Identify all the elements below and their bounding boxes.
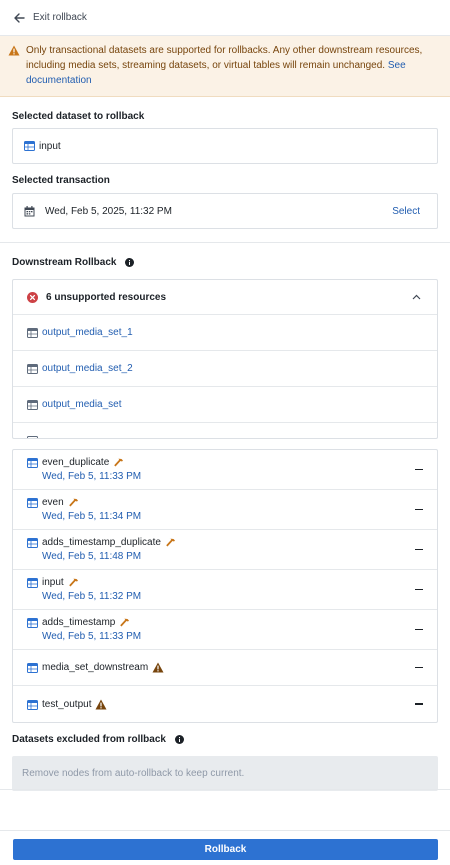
dataset-icon (24, 141, 35, 151)
selected-dataset-box[interactable]: input (12, 128, 438, 164)
dataset-row-main: even Wed, Feb 5, 11:34 PM (27, 497, 141, 522)
excluded-placeholder: Remove nodes from auto-rollback to keep … (22, 768, 245, 779)
warning-icon (152, 662, 164, 673)
dataset-icon (27, 538, 38, 548)
unsupported-resources-title: 6 unsupported resources (46, 291, 167, 303)
remove-icon[interactable] (415, 666, 423, 669)
dataset-date[interactable]: Wed, Feb 5, 11:34 PM (42, 511, 141, 522)
unsupported-item[interactable]: output_media_set_2 (13, 351, 437, 387)
chevron-up-icon[interactable] (412, 294, 421, 300)
dataset-row: test_output (13, 686, 437, 722)
dataset-name: media_set_downstream (42, 662, 149, 673)
media-set-icon (27, 327, 38, 338)
dataset-name-wrap: even_duplicate (42, 457, 141, 468)
dataset-icon (27, 498, 38, 508)
dataset-name-wrap: media_set_downstream (42, 662, 164, 673)
remove-icon[interactable] (415, 548, 423, 551)
info-icon[interactable] (174, 735, 184, 744)
select-transaction-button[interactable]: Select (392, 206, 420, 217)
hammer-icon (166, 538, 175, 547)
downstream-datasets-list: even_duplicate Wed, Feb 5, 11:33 PM even We… (12, 449, 438, 723)
warning-message: Only transactional datasets are supporte… (26, 45, 423, 71)
dataset-row: adds_timestamp_duplicate Wed, Feb 5, 11:4… (13, 530, 437, 570)
dataset-name-wrap: adds_timestamp (42, 617, 141, 628)
warning-callout: Only transactional datasets are supporte… (0, 36, 450, 97)
dataset-row: even_duplicate Wed, Feb 5, 11:33 PM (13, 450, 437, 490)
selected-dataset-label: Selected dataset to rollback (12, 111, 145, 122)
remove-icon[interactable] (415, 588, 423, 591)
dataset-row-main: media_set_downstream (27, 662, 164, 673)
dataset-name-wrap: test_output (42, 699, 107, 710)
warning-icon (95, 699, 107, 709)
selected-transaction-label: Selected transaction (12, 175, 110, 186)
hammer-icon (68, 498, 78, 507)
dataset-row: even Wed, Feb 5, 11:34 PM (13, 490, 437, 530)
dataset-icon (27, 458, 38, 468)
warning-icon (8, 45, 20, 56)
footer: Rollback (0, 830, 450, 865)
dataset-date[interactable]: Wed, Feb 5, 11:33 PM (42, 471, 141, 482)
dataset-date[interactable]: Wed, Feb 5, 11:32 PM (42, 591, 141, 602)
selected-transaction-value: Wed, Feb 5, 2025, 11:32 PM (45, 205, 172, 217)
dataset-name: test_output (42, 698, 92, 710)
selected-dataset-value: input (39, 140, 61, 152)
unsupported-resources-panel: 6 unsupported resources output_media_set… (12, 279, 438, 439)
exit-rollback-button[interactable]: Exit rollback (14, 12, 87, 23)
dataset-name-wrap: adds_timestamp_duplicate (42, 537, 177, 548)
datasets-excluded-label: Datasets excluded from rollback (12, 734, 166, 745)
hammer-icon (114, 458, 124, 467)
dataset-row-main: test_output (27, 699, 107, 710)
dataset-name-wrap: input (42, 577, 141, 588)
warning-text: Only transactional datasets are supporte… (26, 43, 438, 88)
divider (0, 789, 450, 790)
remove-icon[interactable] (415, 628, 423, 631)
calendar-icon (24, 205, 35, 216)
downstream-rollback-label: Downstream Rollback (12, 257, 117, 268)
exit-rollback-label: Exit rollback (33, 12, 87, 23)
unsupported-item-label: output_media_set_1 (42, 327, 133, 338)
unsupported-item[interactable]: output_media_set_1 (13, 315, 437, 351)
dataset-row: input Wed, Feb 5, 11:32 PM (13, 570, 437, 610)
remove-icon[interactable] (415, 468, 423, 471)
dataset-date[interactable]: Wed, Feb 5, 11:48 PM (42, 551, 177, 562)
hammer-icon (68, 578, 78, 587)
rollback-button[interactable]: Rollback (13, 839, 438, 860)
unsupported-item-label: output_media_set (42, 399, 122, 410)
unsupported-item-label: output_media_set_2 (42, 363, 133, 374)
hammer-icon (120, 618, 130, 627)
dataset-icon (27, 618, 38, 628)
info-icon[interactable] (125, 258, 135, 267)
remove-icon[interactable] (415, 703, 423, 705)
dataset-name: even_duplicate (42, 457, 110, 468)
remove-icon[interactable] (415, 508, 423, 511)
dataset-row-main: adds_timestamp Wed, Feb 5, 11:33 PM (27, 617, 141, 642)
arrow-left-icon (14, 12, 25, 23)
unsupported-item-partial[interactable] (13, 423, 437, 438)
media-set-icon (27, 363, 38, 374)
dataset-name: input (42, 577, 64, 588)
dataset-icon (27, 578, 38, 588)
media-set-icon (27, 399, 38, 410)
dataset-row-main: even_duplicate Wed, Feb 5, 11:33 PM (27, 457, 141, 482)
dataset-row-main: input Wed, Feb 5, 11:32 PM (27, 577, 141, 602)
top-bar: Exit rollback (0, 0, 450, 36)
dataset-row-main: adds_timestamp_duplicate Wed, Feb 5, 11:4… (27, 537, 177, 562)
dataset-name-wrap: even (42, 497, 141, 508)
media-set-icon (27, 436, 38, 438)
dataset-name: even (42, 497, 64, 508)
dataset-icon (27, 663, 38, 673)
dataset-name: adds_timestamp (42, 617, 116, 628)
error-icon (27, 291, 38, 303)
dataset-icon (27, 699, 38, 710)
dataset-row: media_set_downstream (13, 650, 437, 686)
unsupported-resources-header[interactable]: 6 unsupported resources (13, 280, 437, 315)
unsupported-item[interactable]: output_media_set (13, 387, 437, 423)
dataset-date[interactable]: Wed, Feb 5, 11:33 PM (42, 631, 141, 642)
selected-transaction-box: Wed, Feb 5, 2025, 11:32 PM Select (12, 193, 438, 229)
dataset-name: adds_timestamp_duplicate (42, 537, 161, 548)
excluded-dropzone: Remove nodes from auto-rollback to keep … (12, 756, 438, 791)
dataset-row: adds_timestamp Wed, Feb 5, 11:33 PM (13, 610, 437, 650)
